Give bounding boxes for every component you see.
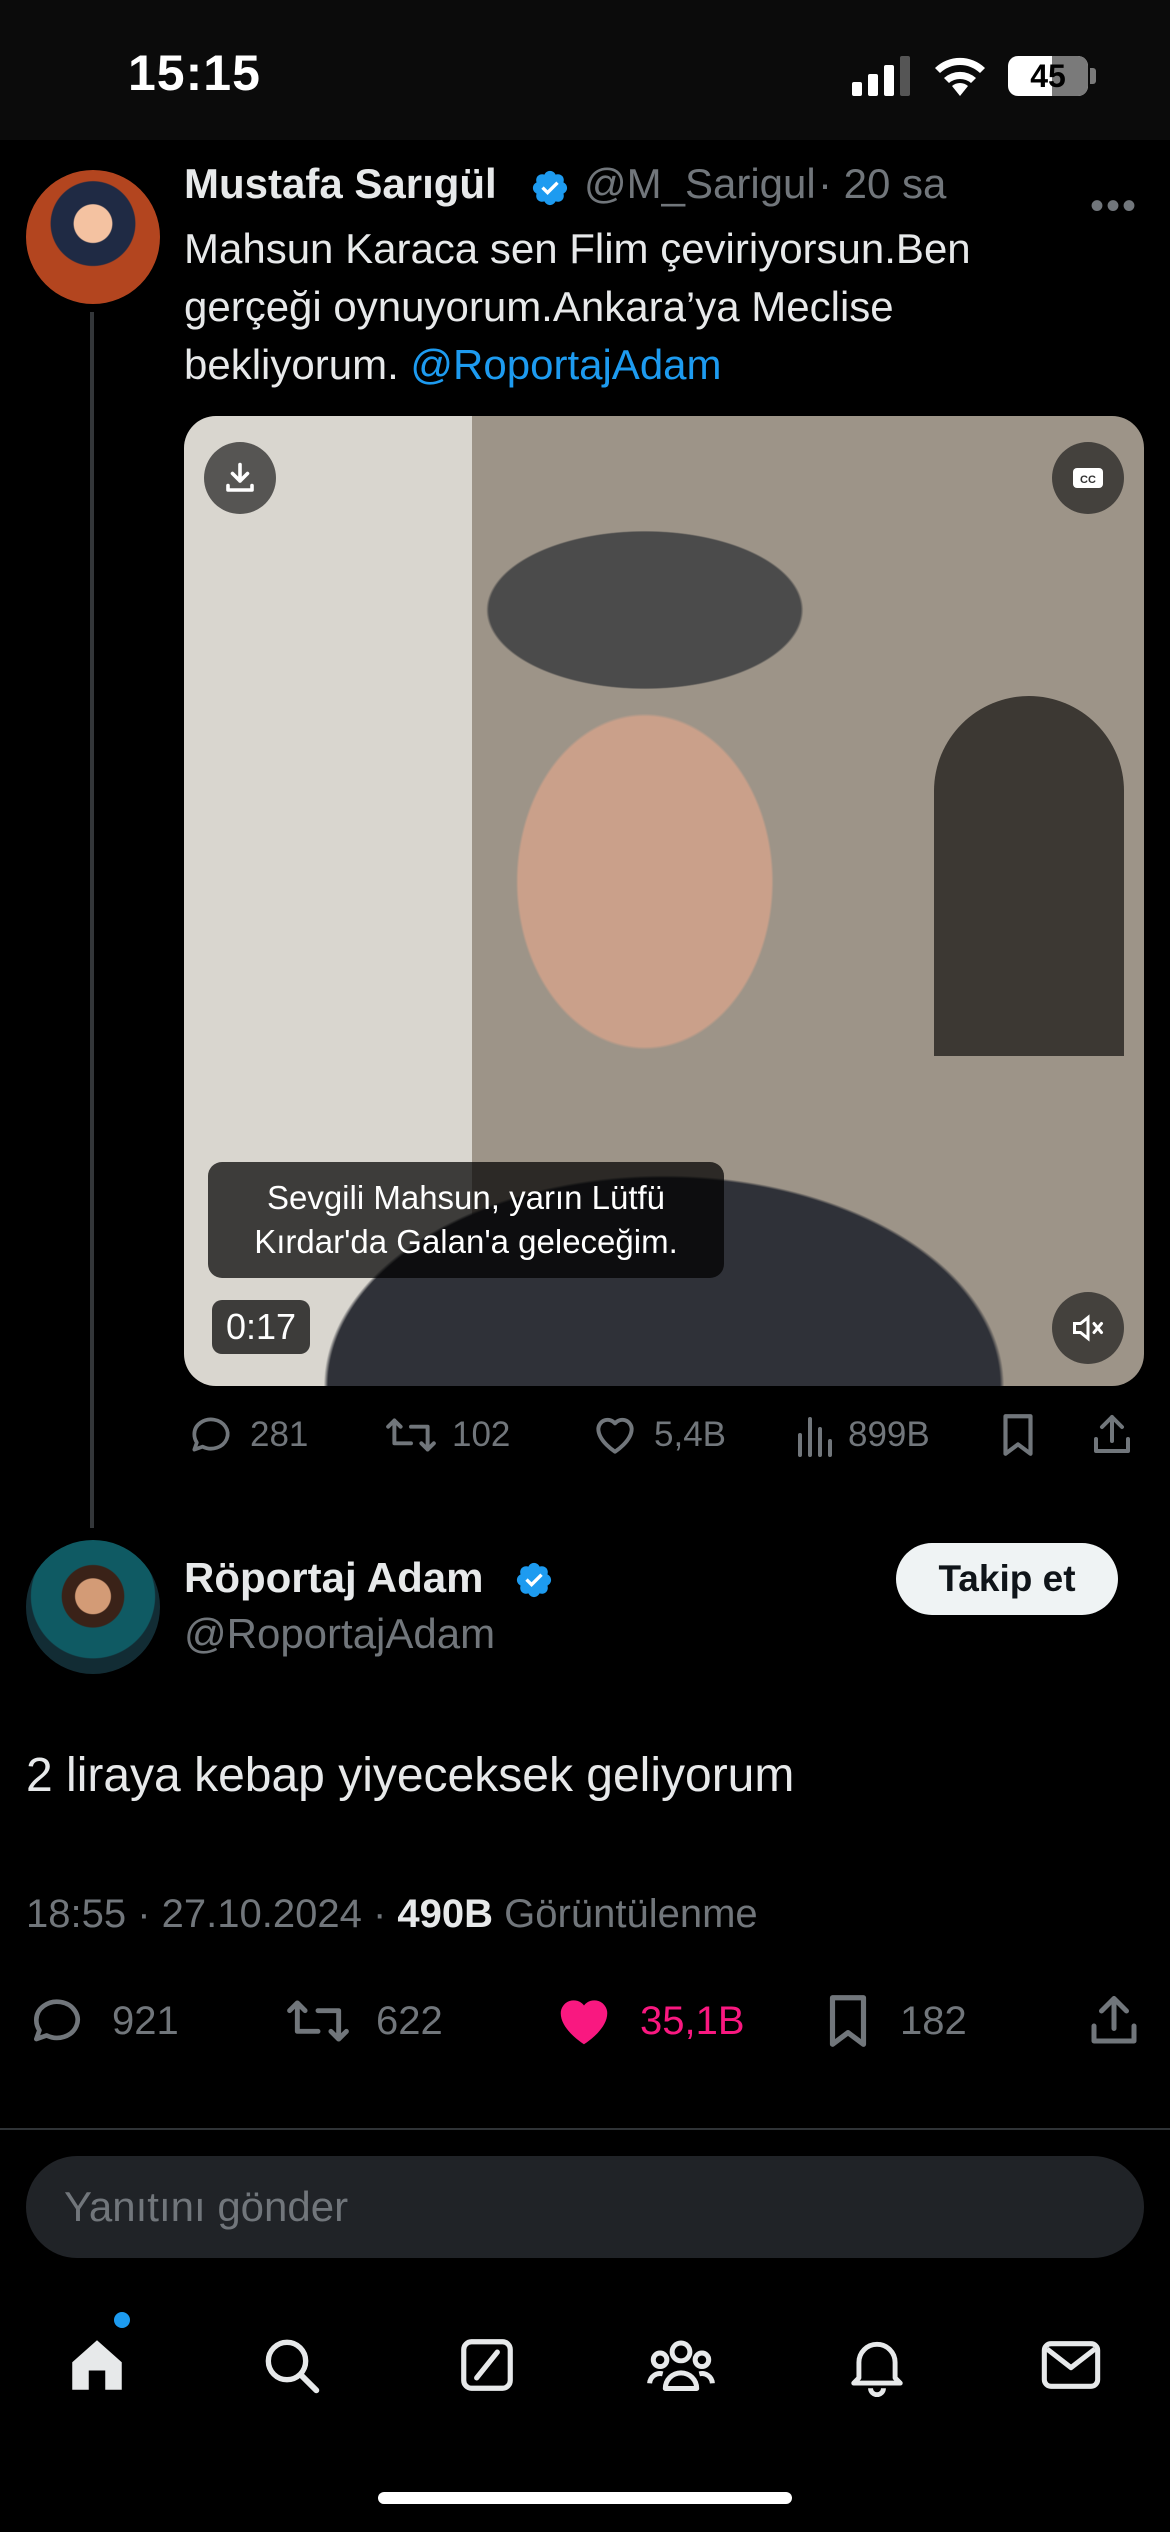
more-options-icon[interactable]: ••• [1090,184,1138,229]
battery-icon: 45 [1008,56,1088,96]
follow-button[interactable]: Takip et [896,1543,1118,1615]
tab-grok[interactable] [452,2330,522,2400]
search-icon [265,2339,320,2394]
mute-icon[interactable] [1052,1292,1124,1364]
retweet-icon [386,1418,436,1452]
author-name[interactable]: Mustafa Sarıgül [184,160,497,208]
cellular-signal-icon [852,56,910,96]
tab-communities[interactable] [646,2330,716,2400]
retweet-count-main: 622 [376,1998,443,2043]
reply-composer[interactable] [26,2156,1144,2258]
background-arch [934,696,1124,1056]
like-button[interactable]: 5,4B [590,1410,726,1460]
bottom-tab-bar [0,2300,1170,2420]
share-button-main[interactable] [1084,1990,1144,2052]
reply-icon [192,1417,230,1452]
bookmark-button[interactable] [996,1410,1040,1460]
reply-button-main[interactable]: 921 [26,1990,179,2052]
notifications-bell-icon [851,2341,903,2397]
main-tweet-text: 2 liraya kebap yiyeceksek geliyorum [26,1749,795,1802]
caption-line-2: Kırdar'da Galan'a geleceğim. [254,1223,678,1260]
closed-captions-icon[interactable]: CC [1052,442,1124,514]
avatar-mustafa-sarigul[interactable] [26,170,160,304]
svg-text:CC: CC [1080,474,1096,486]
video-caption: Sevgili Mahsun, yarın Lütfü Kırdar'da Ga… [208,1162,724,1278]
reply-input[interactable] [26,2156,1144,2258]
wifi-icon [935,57,985,96]
status-time: 15:15 [128,45,261,101]
retweet-button[interactable]: 102 [384,1410,510,1460]
download-icon[interactable] [204,442,276,514]
reply-count-main: 921 [112,1998,179,2043]
tweet-text: Mahsun Karaca sen Flim çeviriyorsun.Ben … [184,220,1084,394]
reply-icon [34,1999,80,2042]
views-button[interactable]: 899B [794,1410,930,1460]
thread-line [90,312,94,1528]
tab-messages[interactable] [1036,2330,1106,2400]
bookmark-icon [1003,1414,1033,1456]
bookmark-button-main[interactable]: 182 [820,1990,967,2052]
bookmark-count-main: 182 [900,1998,967,2043]
home-icon [72,2340,122,2390]
share-button[interactable] [1088,1410,1136,1460]
tweet-time-ago: · 20 sa [818,160,947,207]
tab-search[interactable] [256,2330,326,2400]
home-notification-dot [114,2312,130,2328]
tweet-meta: 18:55 · 27.10.2024 · 490B Görüntülenme [26,1892,758,1937]
heart-icon [596,1417,634,1454]
author-handle-main[interactable]: @RoportajAdam [184,1610,495,1658]
video-player[interactable]: CC Sevgili Mahsun, yarın Lütfü Kırdar'da… [184,416,1144,1386]
retweet-icon [287,2000,349,2042]
retweet-count: 102 [452,1415,511,1454]
author-handle[interactable]: @M_Sarigul [584,160,816,208]
author-name-main[interactable]: Röportaj Adam [184,1554,483,1602]
like-count: 5,4B [654,1415,726,1454]
views-icon [798,1417,832,1457]
mention-link[interactable]: @RoportajAdam [410,341,721,388]
tab-home[interactable] [62,2330,132,2400]
compose-slash-icon [461,2339,513,2391]
reply-count: 281 [250,1415,309,1454]
reply-button[interactable]: 281 [186,1410,308,1460]
views-label: Görüntülenme [504,1892,758,1936]
home-indicator [378,2492,792,2504]
divider [0,2128,1170,2130]
like-button-main[interactable]: 35,1B [552,1990,745,2052]
status-bar: 15:15 45 [0,0,1170,140]
views-count: 899B [848,1415,930,1454]
bookmark-icon [829,1995,867,2047]
like-count-main: 35,1B [640,1998,745,2043]
views-count-main: 490B [397,1892,494,1936]
retweet-button-main[interactable]: 622 [284,1990,443,2052]
share-icon [1091,1996,1137,2044]
video-duration: 0:17 [212,1300,311,1354]
messages-envelope-icon [1041,2341,1101,2389]
heart-filled-icon [560,2000,608,2045]
battery-level: 45 [1030,58,1066,94]
share-icon [1094,1415,1130,1453]
verified-badge-icon [532,170,568,206]
caption-line-1: Sevgili Mahsun, yarın Lütfü [266,1179,666,1216]
avatar-roportaj-adam[interactable] [26,1540,160,1674]
communities-icon [647,2340,715,2392]
tab-notifications[interactable] [842,2330,912,2400]
verified-badge-icon [516,1562,552,1598]
tweet-timestamp: 18:55 · 27.10.2024 · [26,1892,387,1936]
